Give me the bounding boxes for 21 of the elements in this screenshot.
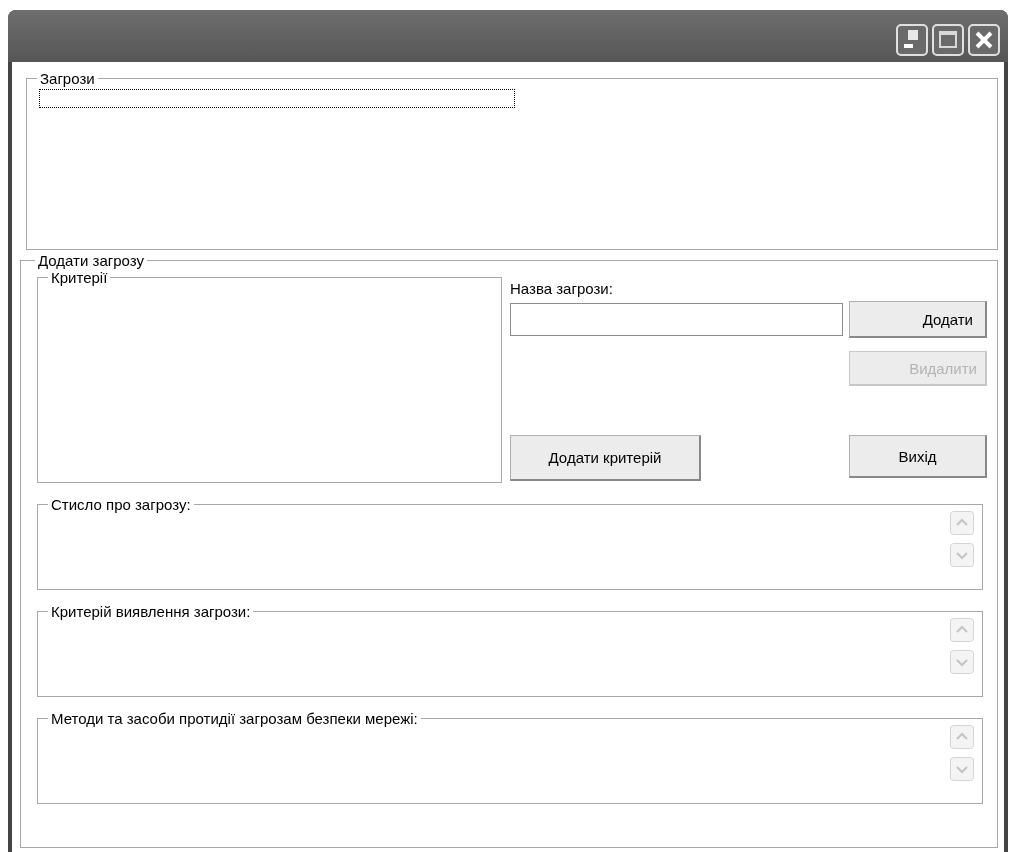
- exit-button[interactable]: Вихід: [849, 435, 987, 478]
- input-field[interactable]: [510, 302, 843, 336]
- group-title: Додати загрозу: [37, 252, 145, 269]
- field-label: Назва загрози:: [510, 280, 614, 299]
- close-icon[interactable]: [968, 24, 1000, 56]
- group-title: Методи та засоби протидії загрозам безпеки мережі:: [50, 710, 419, 727]
- group-title: Критерії: [50, 269, 109, 286]
- scroll-up-icon[interactable]: [950, 725, 974, 749]
- maximize-icon[interactable]: [932, 24, 964, 56]
- scroll-down-icon[interactable]: [950, 757, 974, 781]
- threat-list[interactable]: [39, 89, 515, 108]
- scroll-up-icon[interactable]: [950, 511, 974, 535]
- group-title: Стисло про загрозу:: [50, 496, 192, 513]
- add-button[interactable]: Додати: [849, 301, 987, 338]
- minimize-icon[interactable]: [896, 24, 928, 56]
- scroll-down-icon[interactable]: [950, 543, 974, 567]
- scroll-up-icon[interactable]: [950, 618, 974, 642]
- scroll-down-icon[interactable]: [950, 650, 974, 674]
- group-title: Критерій виявлення загрози:: [50, 603, 252, 620]
- group-title: Загрози: [39, 70, 96, 87]
- add-criterion-button[interactable]: Додати критерій: [510, 435, 701, 481]
